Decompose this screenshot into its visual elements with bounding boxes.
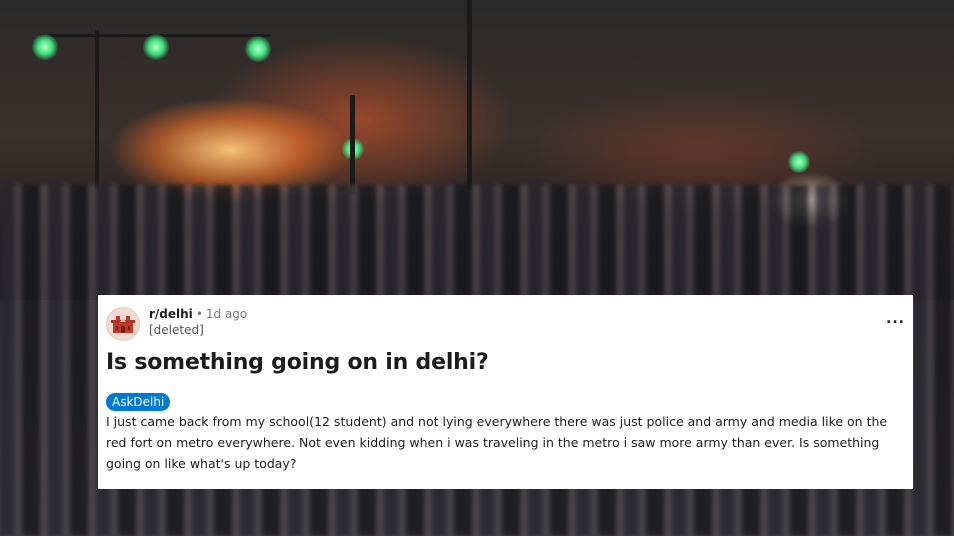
lamp-pole: [95, 30, 99, 190]
traffic-light: [143, 34, 169, 60]
red-fort-avatar-icon[interactable]: [106, 307, 140, 341]
more-options-icon[interactable]: ...: [886, 311, 905, 327]
post-flair[interactable]: AskDelhi: [106, 393, 171, 411]
traffic-light: [32, 34, 58, 60]
post-body: I just came back from my school(12 stude…: [106, 414, 888, 471]
post-meta-row: r/delhi • 1d ago [deleted]: [106, 305, 903, 341]
signal-pole: [350, 95, 355, 195]
lamp-pole: [467, 0, 472, 190]
post-meta: r/delhi • 1d ago [deleted]: [149, 305, 247, 338]
reddit-post-card[interactable]: r/delhi • 1d ago [deleted] ... Is somethin…: [98, 295, 913, 489]
subreddit-link[interactable]: r/delhi: [149, 307, 193, 321]
traffic-light: [788, 151, 810, 173]
post-title[interactable]: Is something going on in delhi?: [106, 350, 903, 375]
post-author: [deleted]: [149, 323, 204, 337]
post-time: 1d ago: [205, 307, 248, 321]
traffic-light: [245, 36, 271, 62]
meta-separator: •: [195, 307, 203, 321]
